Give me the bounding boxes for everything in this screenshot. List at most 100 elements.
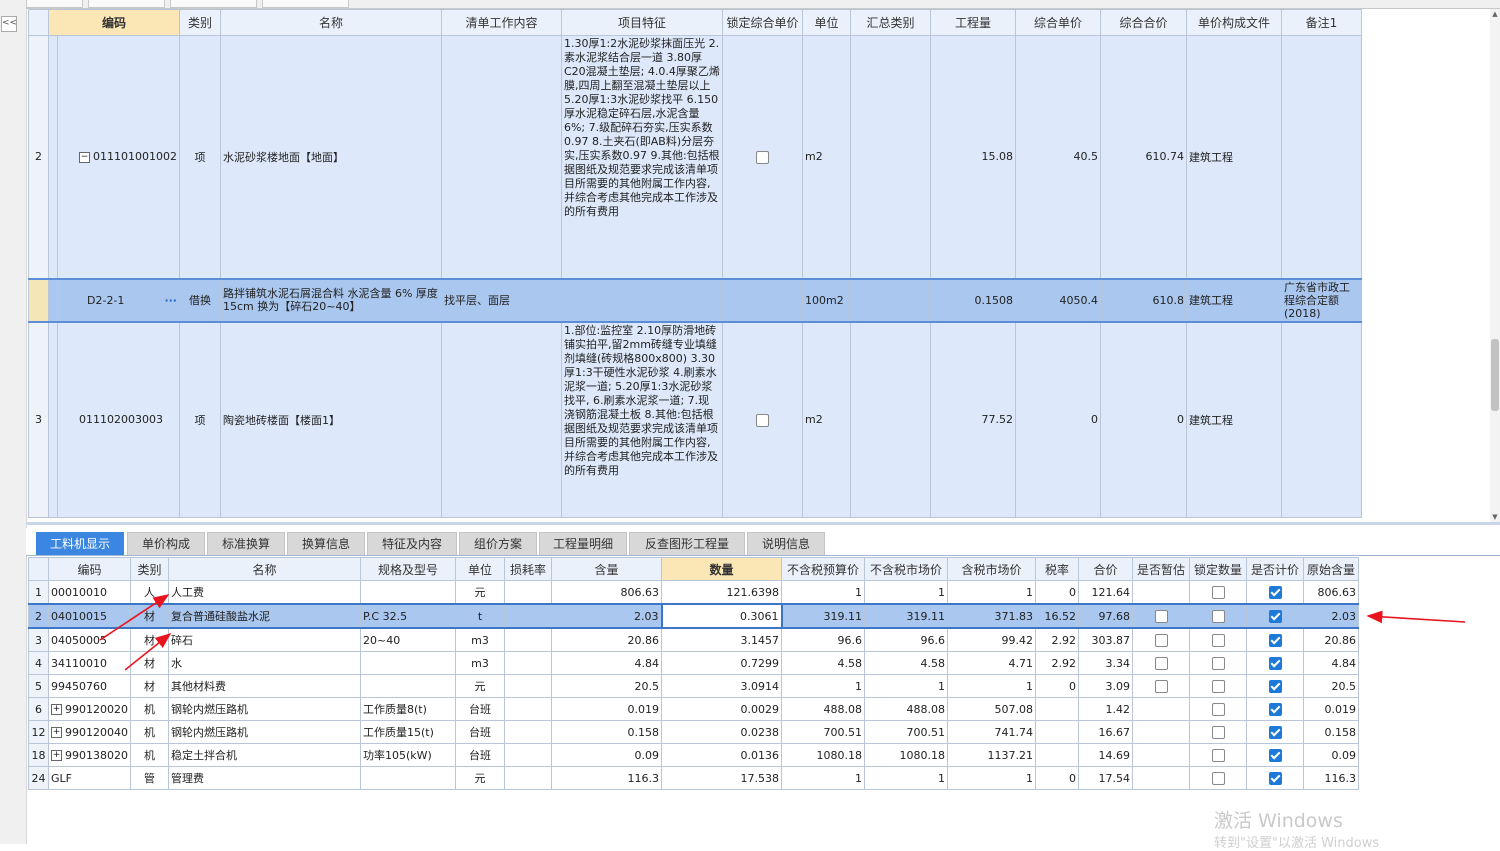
spec-cell[interactable] — [360, 674, 456, 698]
unit-cell[interactable]: 100m2 — [801, 277, 851, 323]
column-header[interactable]: 规格及型号 — [360, 557, 456, 581]
name-cell[interactable]: 路拌铺筑水泥石屑混合料 水泥含量 6% 厚度 15cm 换为【碎石20~40】 — [219, 277, 442, 323]
column-header[interactable]: 损耗率 — [504, 557, 552, 581]
priced-cell[interactable] — [1246, 766, 1304, 790]
type-cell[interactable]: 借换 — [178, 277, 221, 323]
column-header[interactable]: 清单工作内容 — [440, 9, 562, 36]
resource-row[interactable]: 12 +990120040 机钢轮内燃压路机 工作质量15(t) 台班 0.158 0.02… — [28, 720, 1359, 744]
estimate-cell[interactable] — [1132, 603, 1190, 629]
column-header[interactable]: 锁定综合单价 — [721, 9, 803, 36]
type-cell[interactable]: 机 — [130, 697, 169, 721]
total-cell[interactable]: 1.42 — [1078, 697, 1133, 721]
quantity-cell[interactable]: 0.1508 — [929, 277, 1016, 323]
taxed-market-price-cell[interactable]: 99.42 — [947, 627, 1036, 652]
code-cell[interactable]: 34110010 — [48, 651, 131, 675]
quantity-cell[interactable]: 3.1457 — [661, 627, 782, 652]
work-content-cell[interactable] — [440, 35, 562, 279]
total-price-cell[interactable]: 610.74 — [1099, 35, 1187, 279]
original-content-cell[interactable]: 4.84 — [1303, 651, 1359, 675]
tab-reverse-graphic-quantity[interactable]: 反查图形工程量 — [629, 532, 745, 555]
lock-quantity-cell[interactable] — [1189, 674, 1247, 698]
lock-quantity-checkbox[interactable] — [1211, 585, 1225, 599]
scroll-down-icon[interactable]: ▼ — [1490, 512, 1500, 522]
total-price-cell[interactable]: 0 — [1099, 321, 1187, 518]
lock-quantity-cell[interactable] — [1189, 651, 1247, 675]
taxed-market-price-cell[interactable]: 507.08 — [947, 697, 1036, 721]
tax-rate-cell[interactable] — [1035, 697, 1079, 721]
top-tab[interactable] — [26, 0, 83, 8]
loss-rate-cell[interactable] — [504, 697, 552, 721]
name-cell[interactable]: 其他材料费 — [168, 674, 361, 698]
tab-description[interactable]: 说明信息 — [747, 532, 825, 555]
lock-quantity-cell[interactable] — [1189, 627, 1247, 652]
type-cell[interactable]: 材 — [130, 627, 169, 652]
taxed-market-price-cell[interactable]: 1 — [947, 766, 1036, 790]
feature-cell[interactable]: 1.30厚1:2水泥砂浆抹面压光 2.素水泥浆结合层一道 3.80厚C20混凝土… — [560, 35, 723, 279]
code-cell[interactable]: −011101001002 — [48, 35, 180, 279]
lock-quantity-cell[interactable] — [1189, 766, 1247, 790]
name-cell[interactable]: 水 — [168, 651, 361, 675]
column-header[interactable]: 含量 — [551, 557, 662, 581]
code-cell[interactable]: 04050005 — [48, 627, 131, 652]
type-cell[interactable]: 人 — [130, 580, 169, 605]
price-file-cell[interactable]: 建筑工程 — [1185, 277, 1282, 323]
column-header[interactable]: 含税市场价 — [947, 557, 1036, 581]
code-cell[interactable]: 00010010 — [48, 580, 131, 605]
total-cell[interactable]: 97.68 — [1078, 603, 1133, 629]
tab-standard-conversion[interactable]: 标准换算 — [207, 532, 285, 555]
priced-cell[interactable] — [1246, 580, 1304, 605]
code-cell[interactable]: +990120020 — [48, 697, 131, 721]
column-header[interactable]: 编码 — [48, 557, 131, 581]
quantity-cell[interactable]: 0.3061 — [660, 603, 783, 629]
remark-cell[interactable] — [1280, 321, 1362, 518]
resource-row[interactable]: 18 +990138020 机稳定土拌合机 功率105(kW) 台班 0.09 0.0136… — [28, 743, 1359, 767]
resource-row[interactable]: 2 04010015 材复合普通硅酸盐水泥 P.C 32.5 t 2.03 0.3061 31… — [28, 603, 1359, 629]
column-header[interactable]: 不含税预算价 — [781, 557, 865, 581]
tax-rate-cell[interactable]: 2.92 — [1035, 651, 1079, 675]
top-tab[interactable] — [170, 0, 257, 8]
pretax-market-price-cell[interactable]: 4.58 — [864, 651, 948, 675]
column-header[interactable]: 不含税市场价 — [864, 557, 948, 581]
unit-cell[interactable]: 元 — [455, 580, 505, 605]
priced-checkbox[interactable] — [1268, 609, 1282, 623]
expand-icon[interactable]: + — [51, 704, 62, 715]
lock-price-checkbox[interactable] — [755, 150, 769, 164]
name-cell[interactable]: 复合普通硅酸盐水泥 — [168, 603, 361, 629]
estimate-cell[interactable] — [1132, 766, 1190, 790]
type-cell[interactable]: 材 — [130, 674, 169, 698]
type-cell[interactable]: 项 — [178, 35, 221, 279]
content-cell[interactable]: 20.86 — [551, 627, 662, 652]
bill-row[interactable]: 3 011102003003 项 陶瓷地砖楼面【楼面1】 1.部位:监控室 2.… — [28, 321, 1362, 518]
name-cell[interactable]: 钢轮内燃压路机 — [168, 720, 361, 744]
column-header[interactable]: 工程量 — [929, 9, 1016, 36]
estimate-checkbox[interactable] — [1154, 609, 1168, 623]
unit-cell[interactable]: 元 — [455, 674, 505, 698]
top-tab[interactable] — [88, 0, 165, 8]
pretax-market-price-cell[interactable]: 1080.18 — [864, 743, 948, 767]
taxed-market-price-cell[interactable]: 1 — [947, 674, 1036, 698]
type-cell[interactable]: 材 — [130, 651, 169, 675]
lock-price-cell[interactable] — [721, 321, 803, 518]
summary-cell[interactable] — [849, 277, 931, 323]
total-cell[interactable]: 3.34 — [1078, 651, 1133, 675]
estimate-cell[interactable] — [1132, 743, 1190, 767]
tax-rate-cell[interactable]: 0 — [1035, 674, 1079, 698]
original-content-cell[interactable]: 0.09 — [1303, 743, 1359, 767]
column-header[interactable]: 综合单价 — [1014, 9, 1101, 36]
resource-row[interactable]: 6 +990120020 机钢轮内燃压路机 工作质量8(t) 台班 0.019 0.0029… — [28, 697, 1359, 721]
priced-checkbox[interactable] — [1268, 702, 1282, 716]
spec-cell[interactable] — [360, 766, 456, 790]
code-cell[interactable]: 011102003003 — [48, 321, 180, 518]
priced-checkbox[interactable] — [1268, 679, 1282, 693]
lock-quantity-cell[interactable] — [1189, 720, 1247, 744]
column-header[interactable] — [28, 9, 49, 36]
column-header[interactable]: 项目特征 — [560, 9, 723, 36]
lock-quantity-checkbox[interactable] — [1211, 656, 1225, 670]
original-content-cell[interactable]: 806.63 — [1303, 580, 1359, 605]
quantity-cell[interactable]: 0.0029 — [661, 697, 782, 721]
spec-cell[interactable]: 工作质量8(t) — [360, 697, 456, 721]
code-cell[interactable]: 04010015 — [48, 603, 131, 629]
original-content-cell[interactable]: 20.86 — [1303, 627, 1359, 652]
unit-cell[interactable]: 台班 — [455, 743, 505, 767]
estimate-cell[interactable] — [1132, 651, 1190, 675]
